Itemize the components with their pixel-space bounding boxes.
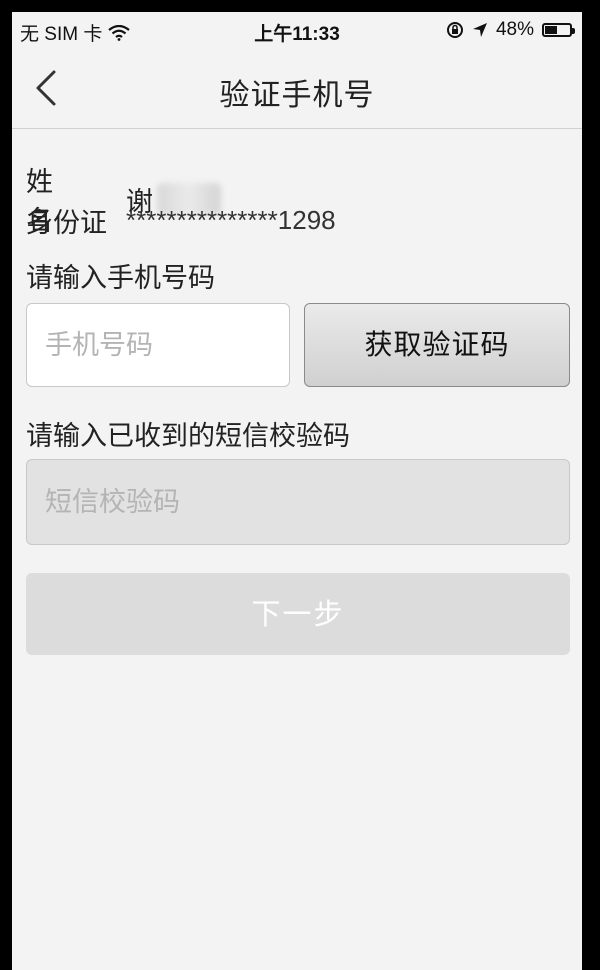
sms-code-input[interactable]: [26, 459, 570, 545]
nav-bar: 验证手机号: [12, 48, 582, 129]
id-value: ***************1298: [126, 205, 336, 235]
status-right: 48%: [446, 19, 575, 41]
phone-section-label: 请输入手机号码: [26, 263, 215, 294]
next-button[interactable]: 下一步: [26, 573, 570, 655]
id-row: 身份证 ***************1298: [26, 201, 336, 240]
status-bar: 无 SIM 卡 上午11:33 48%: [12, 12, 582, 48]
rotation-lock-icon: [446, 21, 464, 39]
location-icon: [472, 22, 488, 38]
battery-level: [545, 26, 557, 34]
id-label: 身份证: [26, 208, 107, 239]
battery-icon: [542, 23, 575, 37]
sms-section-label: 请输入已收到的短信校验码: [26, 421, 350, 452]
get-code-button[interactable]: 获取验证码: [304, 303, 570, 387]
phone-number-input[interactable]: [26, 303, 290, 387]
phone-screen: 无 SIM 卡 上午11:33 48% 验证手机号 姓名 谢 身份证 *****…: [12, 12, 582, 970]
battery-percent: 48%: [495, 19, 534, 40]
page-title: 验证手机号: [219, 78, 375, 113]
